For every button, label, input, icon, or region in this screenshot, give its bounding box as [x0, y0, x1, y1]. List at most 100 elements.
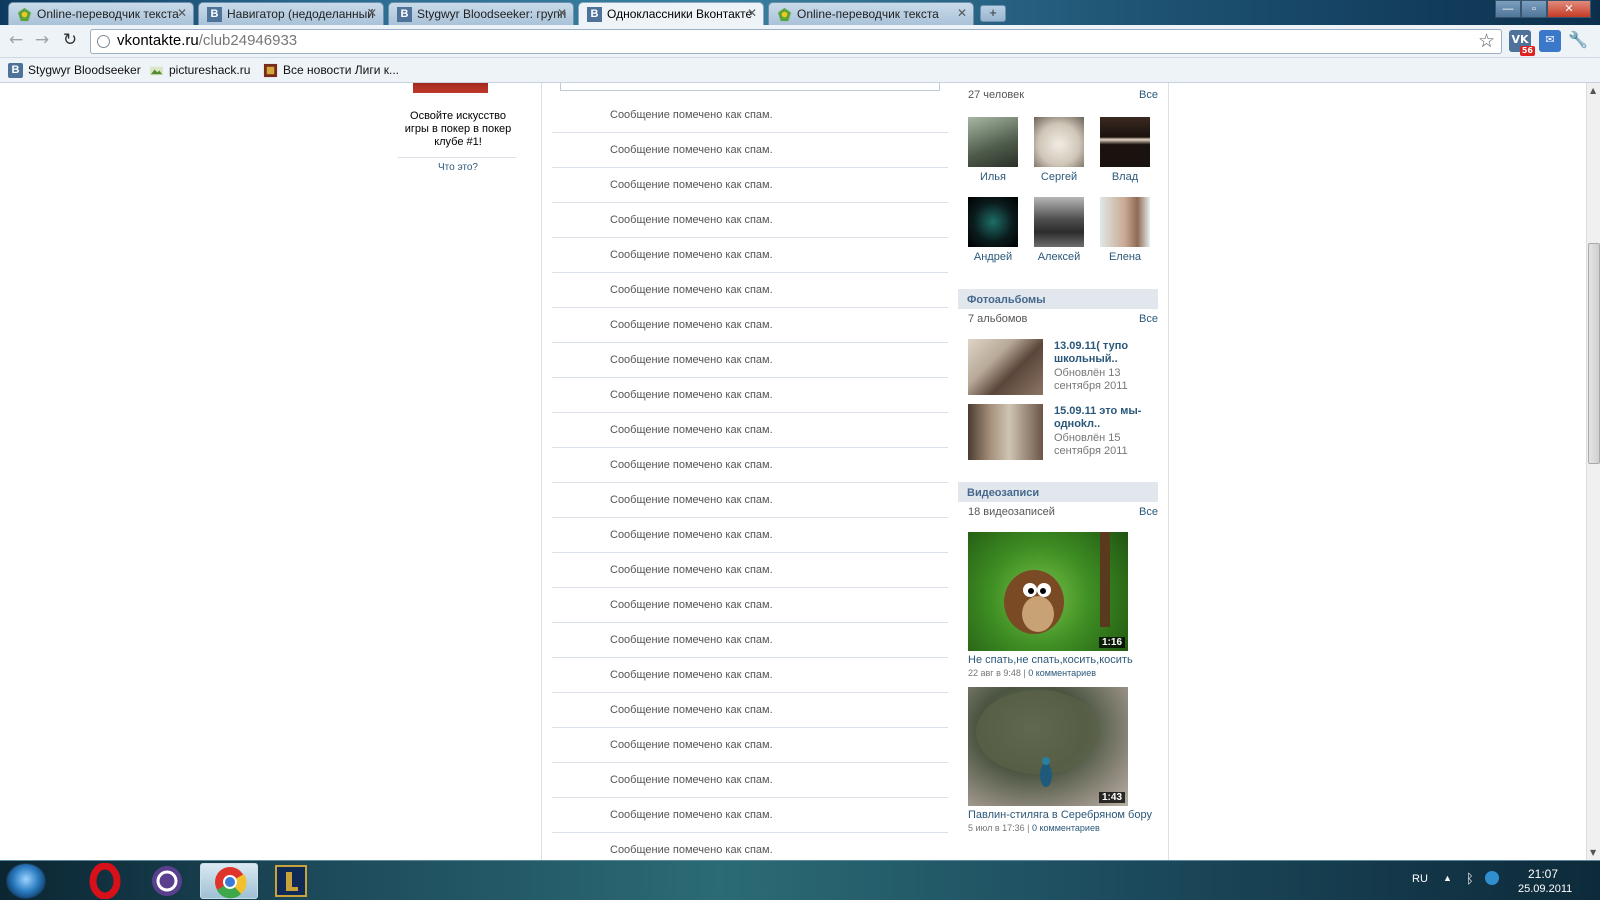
ad-image[interactable] — [413, 83, 488, 93]
tab-translator-1[interactable]: Online-переводчик текста ✕ — [8, 2, 194, 25]
tab-navigator[interactable]: B Навигатор (недоделанный ✕ — [198, 2, 384, 25]
league-of-legends-taskbar-icon[interactable] — [262, 863, 320, 899]
reload-icon[interactable]: ↻ — [60, 31, 80, 51]
vk-extension-icon[interactable]: VK 56 — [1509, 30, 1535, 56]
scroll-up-icon[interactable]: ▲ — [1590, 86, 1596, 95]
vk-favicon-icon: B — [207, 7, 222, 22]
league-news-icon — [263, 63, 278, 78]
new-tab-button[interactable]: + — [980, 5, 1006, 22]
tab-close-icon[interactable]: ✕ — [177, 6, 187, 20]
language-indicator[interactable]: RU — [1412, 873, 1428, 885]
member-andrey[interactable]: Андрей — [963, 197, 1023, 263]
torrent-taskbar-icon[interactable] — [138, 863, 196, 899]
album-thumbnail[interactable] — [968, 404, 1043, 460]
bookmark-pictureshack[interactable]: pictureshack.ru — [149, 62, 250, 79]
close-window-button[interactable]: ✕ — [1547, 0, 1591, 18]
member-sergey[interactable]: Сергей — [1029, 117, 1089, 183]
clock-time[interactable]: 21:07 — [1528, 867, 1558, 881]
video-title[interactable]: Не спать,не спать,косить,косить — [968, 654, 1153, 667]
wall-spam-row: Сообщение помечено как спам. — [552, 553, 948, 588]
chrome-taskbar-icon[interactable] — [200, 863, 258, 899]
scrollbar-thumb[interactable] — [1588, 243, 1600, 464]
albums-header[interactable]: Фотоальбомы — [958, 289, 1158, 309]
member-photo[interactable] — [968, 117, 1018, 167]
tab-close-icon[interactable]: ✕ — [747, 6, 757, 20]
page-scrollbar[interactable]: ▲ ▼ — [1586, 83, 1600, 860]
minimize-button[interactable]: — — [1495, 0, 1521, 18]
bookmark-star-icon[interactable]: ☆ — [1478, 30, 1495, 53]
album-title[interactable]: 15.09.11 это мы-одноkл.. — [1054, 405, 1159, 431]
tab-close-icon[interactable]: ✕ — [367, 6, 377, 20]
videos-header[interactable]: Видеозаписи — [958, 482, 1158, 502]
member-name[interactable]: Сергей — [1041, 171, 1077, 183]
video-item[interactable]: 1:16 Не спать,не спать,косить,косить 22 … — [968, 532, 1163, 678]
video-thumbnail[interactable]: 1:43 — [968, 687, 1128, 806]
mail-extension-icon[interactable]: ✉ — [1539, 30, 1561, 52]
tab-stygwyr-group[interactable]: B Stygwyr Bloodseeker: групп ✕ — [388, 2, 574, 25]
address-bar[interactable]: vkontakte.ru/club24946933 ☆ — [90, 29, 1502, 54]
member-name[interactable]: Илья — [980, 171, 1006, 183]
spam-notice: Сообщение помечено как спам. — [610, 634, 773, 646]
albums-all-link[interactable]: Все — [1139, 313, 1158, 325]
album-thumbnail[interactable] — [968, 339, 1043, 395]
albums-count: 7 альбомов — [968, 313, 1028, 325]
wall-spam-row: Сообщение помечено как спам. — [552, 378, 948, 413]
member-vlad[interactable]: Влад — [1095, 117, 1155, 183]
bookmark-league-news[interactable]: Все новости Лиги к... — [263, 62, 399, 79]
tab-label: Одноклассники Вконтакте — [607, 7, 753, 21]
network-tray-icon[interactable] — [1485, 871, 1499, 885]
album-title[interactable]: 13.09.11( тупо школьный.. — [1054, 340, 1159, 366]
bluetooth-icon[interactable]: ᛒ — [1466, 871, 1474, 886]
member-ilya[interactable]: Илья — [963, 117, 1023, 183]
member-photo[interactable] — [968, 197, 1018, 247]
wall-post-input[interactable] — [560, 83, 940, 91]
wall-spam-row: Сообщение помечено как спам. — [552, 343, 948, 378]
album-item[interactable]: 13.09.11( тупо школьный.. Обновлён 13 се… — [968, 339, 1163, 399]
video-item[interactable]: 1:43 Павлин-стиляга в Серебряном бору 5 … — [968, 687, 1163, 833]
tab-translator-2[interactable]: Online-переводчик текста ✕ — [768, 2, 974, 25]
videos-all-link[interactable]: Все — [1139, 506, 1158, 518]
vk-favicon-icon: B — [397, 7, 412, 22]
wall-spam-row: Сообщение помечено как спам. — [552, 448, 948, 483]
member-name[interactable]: Влад — [1112, 171, 1138, 183]
scroll-down-icon[interactable]: ▼ — [1590, 848, 1596, 857]
wrench-menu-icon[interactable]: 🔧 — [1567, 30, 1589, 52]
ad-what-is-this-link[interactable]: Что это? — [398, 162, 518, 173]
member-aleksey[interactable]: Алексей — [1029, 197, 1089, 263]
spam-notice: Сообщение помечено как спам. — [610, 319, 773, 331]
album-item[interactable]: 15.09.11 это мы-одноkл.. Обновлён 15 сен… — [968, 404, 1163, 464]
show-hidden-icons-icon[interactable]: ▲ — [1443, 873, 1452, 883]
start-button-icon[interactable] — [6, 863, 46, 899]
ad-text[interactable]: Освойте искусство игры в покер в покер к… — [398, 110, 518, 149]
spam-notice: Сообщение помечено как спам. — [610, 844, 773, 856]
wall-spam-row: Сообщение помечено как спам. — [552, 238, 948, 273]
back-arrow-icon[interactable]: ← — [6, 31, 26, 51]
member-name[interactable]: Андрей — [974, 251, 1012, 263]
tab-odnoklassniki-vkontakte[interactable]: B Одноклассники Вконтакте ✕ — [578, 2, 764, 26]
clock-date[interactable]: 25.09.2011 — [1518, 883, 1572, 895]
tab-close-icon[interactable]: ✕ — [957, 6, 967, 20]
members-all-link[interactable]: Все — [1139, 89, 1158, 101]
video-comments-link[interactable]: 0 комментариев — [1028, 668, 1096, 678]
video-meta: 5 июл в 17:36 | 0 комментариев — [968, 823, 1100, 833]
member-elena[interactable]: Елена — [1095, 197, 1155, 263]
bookmark-stygwyr-bloodseeker[interactable]: B Stygwyr Bloodseeker — [8, 62, 141, 79]
wall-spam-row: Сообщение помечено как спам. — [552, 798, 948, 833]
video-title[interactable]: Павлин-стиляга в Серебряном бору — [968, 809, 1153, 822]
opera-taskbar-icon[interactable] — [76, 862, 134, 900]
forward-arrow-icon[interactable]: → — [32, 31, 52, 51]
maximize-button[interactable]: ▫ — [1521, 0, 1547, 18]
hedgehog-cartoon-icon — [1004, 532, 1110, 634]
vk-icon: B — [8, 63, 23, 78]
member-photo[interactable] — [1100, 117, 1150, 167]
tab-close-icon[interactable]: ✕ — [557, 6, 567, 20]
member-photo[interactable] — [1034, 197, 1084, 247]
video-thumbnail[interactable]: 1:16 — [968, 532, 1128, 651]
member-name[interactable]: Елена — [1109, 251, 1141, 263]
video-comments-link[interactable]: 0 комментариев — [1032, 823, 1100, 833]
wall-spam-row: Сообщение помечено как спам. — [552, 763, 948, 798]
member-photo[interactable] — [1100, 197, 1150, 247]
member-name[interactable]: Алексей — [1038, 251, 1081, 263]
member-photo[interactable] — [1034, 117, 1084, 167]
tab-label: Навигатор (недоделанный — [227, 7, 374, 21]
